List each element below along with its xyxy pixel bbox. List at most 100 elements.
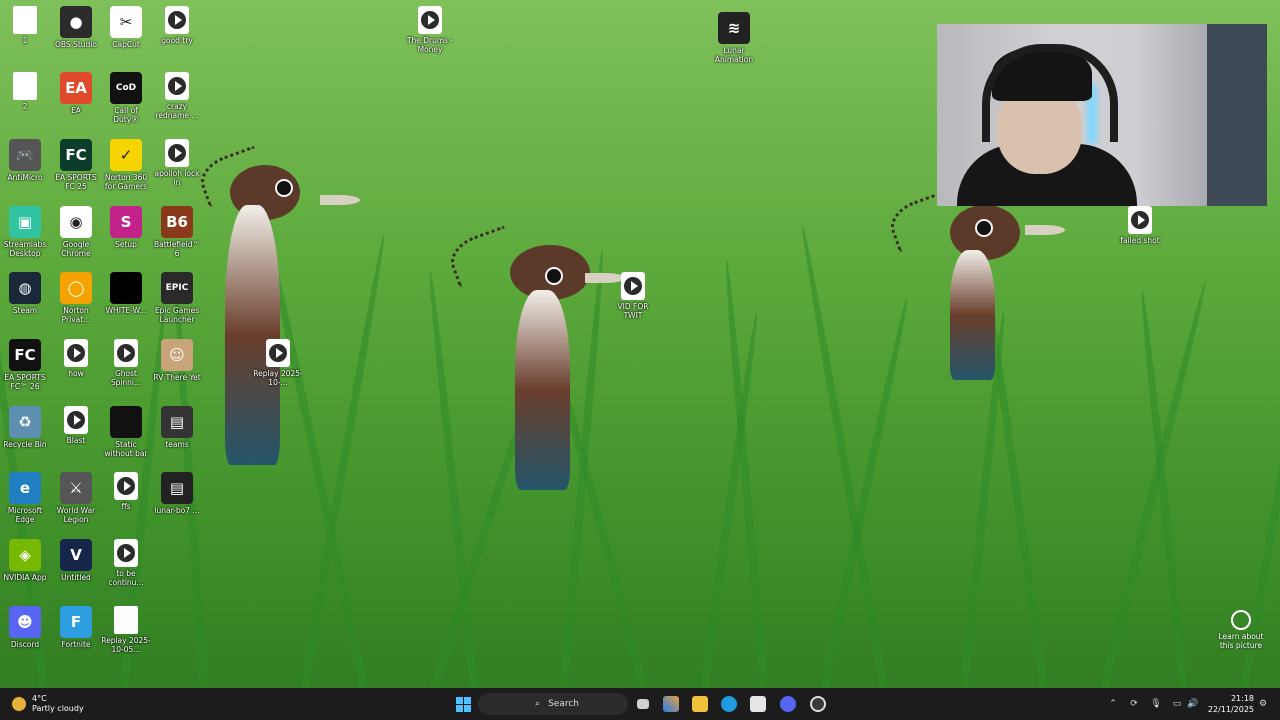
start-button[interactable] <box>452 688 474 720</box>
desktop-icon-label: Google Chrome <box>61 240 91 258</box>
desktop-icon[interactable]: 🎮 AntiMicro <box>0 139 50 182</box>
taskbar-store[interactable] <box>749 688 767 720</box>
desktop-icon[interactable]: V Untitled <box>51 539 101 582</box>
app-icon: ▤ <box>161 406 193 438</box>
edge-icon <box>721 696 737 712</box>
desktop-icon[interactable]: ◉ Google Chrome <box>51 206 101 258</box>
desktop-icon[interactable]: ● OBS Studio <box>51 6 101 49</box>
desktop-icon-label: VID FOR TWIT <box>617 302 649 320</box>
task-view-button[interactable] <box>634 688 652 720</box>
desktop-icon-label: Setup <box>115 240 137 249</box>
desktop-icon[interactable]: 2 <box>0 72 50 111</box>
app-icon: CoD <box>110 72 142 104</box>
app-icon <box>110 406 142 438</box>
taskbar-edge[interactable] <box>720 688 738 720</box>
desktop-icon-label: Call of Duty® <box>113 106 139 124</box>
video-file-icon <box>165 72 189 100</box>
desktop-icon[interactable]: ▣ Streamlabs Desktop <box>0 206 50 258</box>
desktop-icon-label: Replay 2025-10-... <box>253 369 303 387</box>
taskbar-search[interactable]: ⌕ Search <box>478 693 628 715</box>
weather-desc: Partly cloudy <box>32 704 84 713</box>
learn-about-picture[interactable]: Learn about this picture <box>1215 610 1267 650</box>
desktop-icon[interactable]: failed shot <box>1115 206 1165 245</box>
desktop-icon[interactable]: crazy redname ... <box>152 72 202 120</box>
webcam-overlay <box>937 24 1267 206</box>
desktop-icon[interactable]: FC EA SPORTS FC™ 26 <box>0 339 50 391</box>
desktop-icon[interactable]: ✓ Norton 360 for Gamers <box>101 139 151 191</box>
desktop-icon[interactable]: ▤ lunar-bo7 ... <box>152 472 202 515</box>
volume-icon: 🔊 <box>1187 699 1199 709</box>
weather-widget[interactable]: 4°C Partly cloudy <box>12 688 102 720</box>
desktop-icon[interactable]: good try <box>152 6 202 45</box>
taskbar-file-explorer[interactable] <box>691 688 709 720</box>
desktop-icon-label: how <box>68 369 84 378</box>
desktop-icon-label: good try <box>161 36 193 45</box>
desktop-icon-label: Epic Games Launcher <box>154 306 200 324</box>
desktop-icon[interactable]: S Setup <box>101 206 151 249</box>
desktop-icon[interactable]: ≋ Lunar Animation <box>709 12 759 64</box>
desktop-icon[interactable]: ffs <box>101 472 151 511</box>
video-file-icon <box>64 339 88 367</box>
video-file-icon <box>114 339 138 367</box>
desktop-icon-label: Steam <box>12 306 38 315</box>
desktop-icon[interactable]: Ghost Spinni... <box>101 339 151 387</box>
show-hidden-icons[interactable]: ⌃ <box>1106 688 1120 720</box>
app-icon: ▤ <box>161 472 193 504</box>
desktop-icon[interactable]: ◈ NVIDIA App <box>0 539 50 582</box>
desktop-icon[interactable]: ✂ CapCut <box>101 6 151 49</box>
app-icon: ≋ <box>718 12 750 44</box>
desktop-icon-label: 2 <box>22 102 28 111</box>
clock[interactable]: 21:18 22/11/2025 <box>1208 693 1254 715</box>
desktop[interactable]: 1 ● OBS Studio ✂ CapCut good try The Drums - M… <box>0 0 1280 688</box>
desktop-icon-label: OBS Studio <box>55 40 97 49</box>
desktop-icon[interactable]: apolloh lock in <box>152 139 202 187</box>
desktop-icon-label: Norton 360 for Gamers <box>104 173 148 191</box>
notifications-button[interactable]: ⚙ <box>1256 688 1270 720</box>
app-icon: e <box>9 472 41 504</box>
desktop-icon[interactable]: The Drums - Money <box>405 6 455 54</box>
desktop-icon[interactable]: F Fortnite <box>51 606 101 649</box>
tray-network[interactable]: ▭ <box>1170 688 1184 720</box>
tray-sync[interactable]: ⟳ <box>1127 688 1141 720</box>
desktop-icon[interactable]: CoD Call of Duty® <box>101 72 151 124</box>
desktop-icon[interactable]: 1 <box>0 6 50 45</box>
desktop-icon[interactable]: Replay 2025-10-... <box>253 339 303 387</box>
folder-icon <box>692 696 708 712</box>
desktop-icon[interactable]: FC EA SPORTS FC 25 <box>51 139 101 191</box>
desktop-icon[interactable]: ☺ RV There Yet <box>152 339 202 382</box>
tray-mic[interactable]: 🎙 <box>1149 688 1163 720</box>
desktop-icon[interactable]: ⚔ World War Legion <box>51 472 101 524</box>
desktop-icon[interactable]: B6 Battlefield™ 6 <box>152 206 202 258</box>
desktop-icon[interactable]: WHITE-W... <box>101 272 151 315</box>
app-icon: ◍ <box>9 272 41 304</box>
app-icon: ◈ <box>9 539 41 571</box>
desktop-icon[interactable]: to be continu... <box>101 539 151 587</box>
desktop-icon[interactable]: ♻ Recycle Bin <box>0 406 50 449</box>
tray-volume[interactable]: 🔊 <box>1186 688 1200 720</box>
app-icon: ♻ <box>9 406 41 438</box>
desktop-icon[interactable]: Replay 2025-10-05... <box>101 606 151 654</box>
taskbar-discord[interactable] <box>779 688 797 720</box>
taskbar-copilot[interactable] <box>662 688 680 720</box>
taskbar-obs[interactable] <box>809 688 827 720</box>
desktop-icon-label: teams <box>165 440 189 449</box>
desktop-icon[interactable]: EA EA <box>51 72 101 115</box>
store-icon <box>750 696 766 712</box>
desktop-icon[interactable]: ▤ teams <box>152 406 202 449</box>
desktop-icon-label: 1 <box>22 36 28 45</box>
desktop-icon-label: Streamlabs Desktop <box>3 240 47 258</box>
discord-icon <box>780 696 796 712</box>
desktop-icon[interactable]: Static without bar <box>101 406 151 458</box>
desktop-icon-label: Blast <box>66 436 86 445</box>
desktop-icon[interactable]: EPIC Epic Games Launcher <box>152 272 202 324</box>
desktop-icon[interactable]: VID FOR TWIT <box>608 272 658 320</box>
desktop-icon[interactable]: ◯ Norton Privat... <box>51 272 101 324</box>
desktop-icon-label: Battlefield™ 6 <box>153 240 200 258</box>
desktop-icon[interactable]: e Microsoft Edge <box>0 472 50 524</box>
desktop-icon[interactable]: Blast <box>51 406 101 445</box>
desktop-icon[interactable]: ◍ Steam <box>0 272 50 315</box>
desktop-icon[interactable]: how <box>51 339 101 378</box>
app-icon: 🎮 <box>9 139 41 171</box>
desktop-icon[interactable]: ☻ Discord <box>0 606 50 649</box>
weather-temp: 4°C <box>32 694 47 703</box>
